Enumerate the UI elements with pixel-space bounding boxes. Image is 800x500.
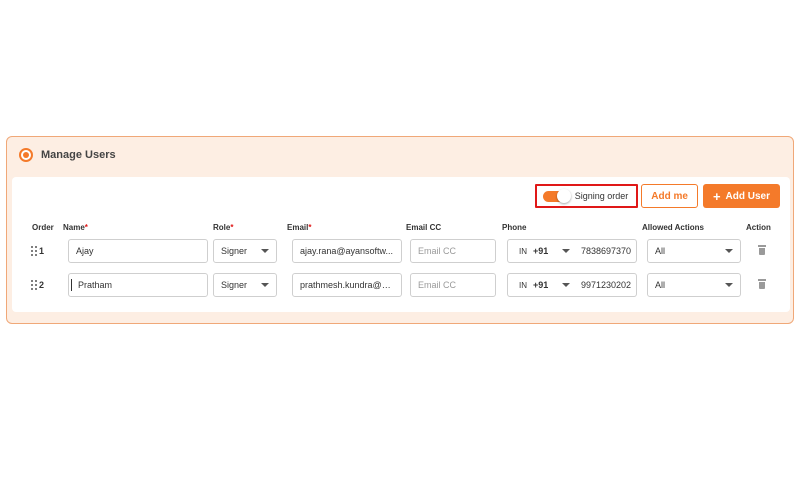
chevron-down-icon — [261, 249, 269, 253]
column-header-phone: Phone — [502, 223, 527, 232]
table-row: 2 Pratham Signer prathmesh.kundra@a... E… — [12, 273, 790, 297]
drag-handle-icon[interactable] — [31, 246, 37, 256]
country-code[interactable]: IN — [519, 247, 527, 256]
name-input[interactable]: Ajay — [68, 239, 208, 263]
chevron-down-icon[interactable] — [562, 249, 571, 253]
column-header-allowed-actions: Allowed Actions — [642, 223, 704, 232]
column-header-order: Order — [32, 223, 54, 232]
toolbar: Signing order Add me + Add User — [534, 184, 780, 208]
email-value: ajay.rana@ayansoftw... — [300, 246, 394, 256]
column-header-email: Email* — [287, 223, 311, 232]
order-number: 1 — [39, 246, 45, 256]
email-input[interactable]: prathmesh.kundra@a... — [292, 273, 402, 297]
signing-order-toggle[interactable]: Signing order — [534, 184, 639, 208]
column-header-name: Name* — [63, 223, 88, 232]
role-select[interactable]: Signer — [213, 239, 277, 263]
chevron-down-icon[interactable] — [562, 283, 571, 287]
toggle-track[interactable] — [542, 188, 571, 203]
name-value: Pratham — [78, 280, 113, 290]
plus-icon: + — [712, 188, 721, 204]
radio-dot — [23, 152, 29, 158]
role-value: Signer — [221, 246, 248, 256]
column-header-email-cc: Email CC — [406, 223, 442, 232]
role-select[interactable]: Signer — [213, 273, 277, 297]
phone-input[interactable]: IN +91 9971230202 — [507, 273, 637, 297]
required-mark: * — [84, 223, 88, 232]
country-code[interactable]: IN — [519, 281, 527, 290]
column-header-name-label: Name — [63, 223, 85, 232]
order-number: 2 — [39, 280, 45, 290]
drag-handle-icon[interactable] — [31, 280, 37, 290]
role-value: Signer — [221, 280, 248, 290]
phone-number: 7838697370 — [580, 246, 631, 256]
dial-code: +91 — [533, 246, 549, 256]
manage-users-panel: Manage Users Signing order Add me + Add … — [6, 136, 794, 324]
add-me-button[interactable]: Add me — [641, 184, 698, 208]
allowed-actions-select[interactable]: All — [647, 273, 741, 297]
panel-header: Manage Users — [19, 147, 116, 163]
email-cc-placeholder: Email CC — [418, 280, 457, 290]
email-cc-input[interactable]: Email CC — [410, 273, 496, 297]
table-row: 1 Ajay Signer ajay.rana@ayansoftw... Ema… — [12, 239, 790, 263]
delete-icon[interactable] — [758, 245, 766, 255]
panel-title: Manage Users — [41, 149, 116, 161]
email-value: prathmesh.kundra@a... — [300, 280, 394, 290]
section-radio-icon[interactable] — [19, 148, 33, 162]
column-header-action: Action — [746, 223, 771, 232]
users-card: Signing order Add me + Add User Order Na… — [12, 177, 790, 312]
column-header-role: Role* — [213, 223, 233, 232]
column-header-email-label: Email — [287, 223, 309, 232]
chevron-down-icon — [725, 283, 733, 287]
chevron-down-icon — [261, 283, 269, 287]
dial-code: +91 — [533, 280, 549, 290]
text-cursor — [71, 279, 72, 291]
delete-icon[interactable] — [758, 279, 766, 289]
add-user-label: Add User — [725, 190, 770, 202]
column-header-role-label: Role — [213, 223, 231, 232]
add-user-button[interactable]: + Add User — [702, 184, 780, 208]
name-input[interactable]: Pratham — [68, 273, 208, 297]
name-value: Ajay — [76, 246, 94, 256]
email-cc-input[interactable]: Email CC — [410, 239, 496, 263]
allowed-actions-value: All — [655, 246, 666, 256]
allowed-actions-select[interactable]: All — [647, 239, 741, 263]
email-input[interactable]: ajay.rana@ayansoftw... — [292, 239, 402, 263]
signing-order-label: Signing order — [574, 191, 629, 201]
allowed-actions-value: All — [655, 280, 666, 290]
required-mark: * — [230, 223, 234, 232]
toggle-knob — [556, 188, 571, 203]
email-cc-placeholder: Email CC — [418, 246, 457, 256]
phone-number: 9971230202 — [580, 280, 631, 290]
chevron-down-icon — [725, 249, 733, 253]
phone-input[interactable]: IN +91 7838697370 — [507, 239, 637, 263]
required-mark: * — [308, 223, 312, 232]
